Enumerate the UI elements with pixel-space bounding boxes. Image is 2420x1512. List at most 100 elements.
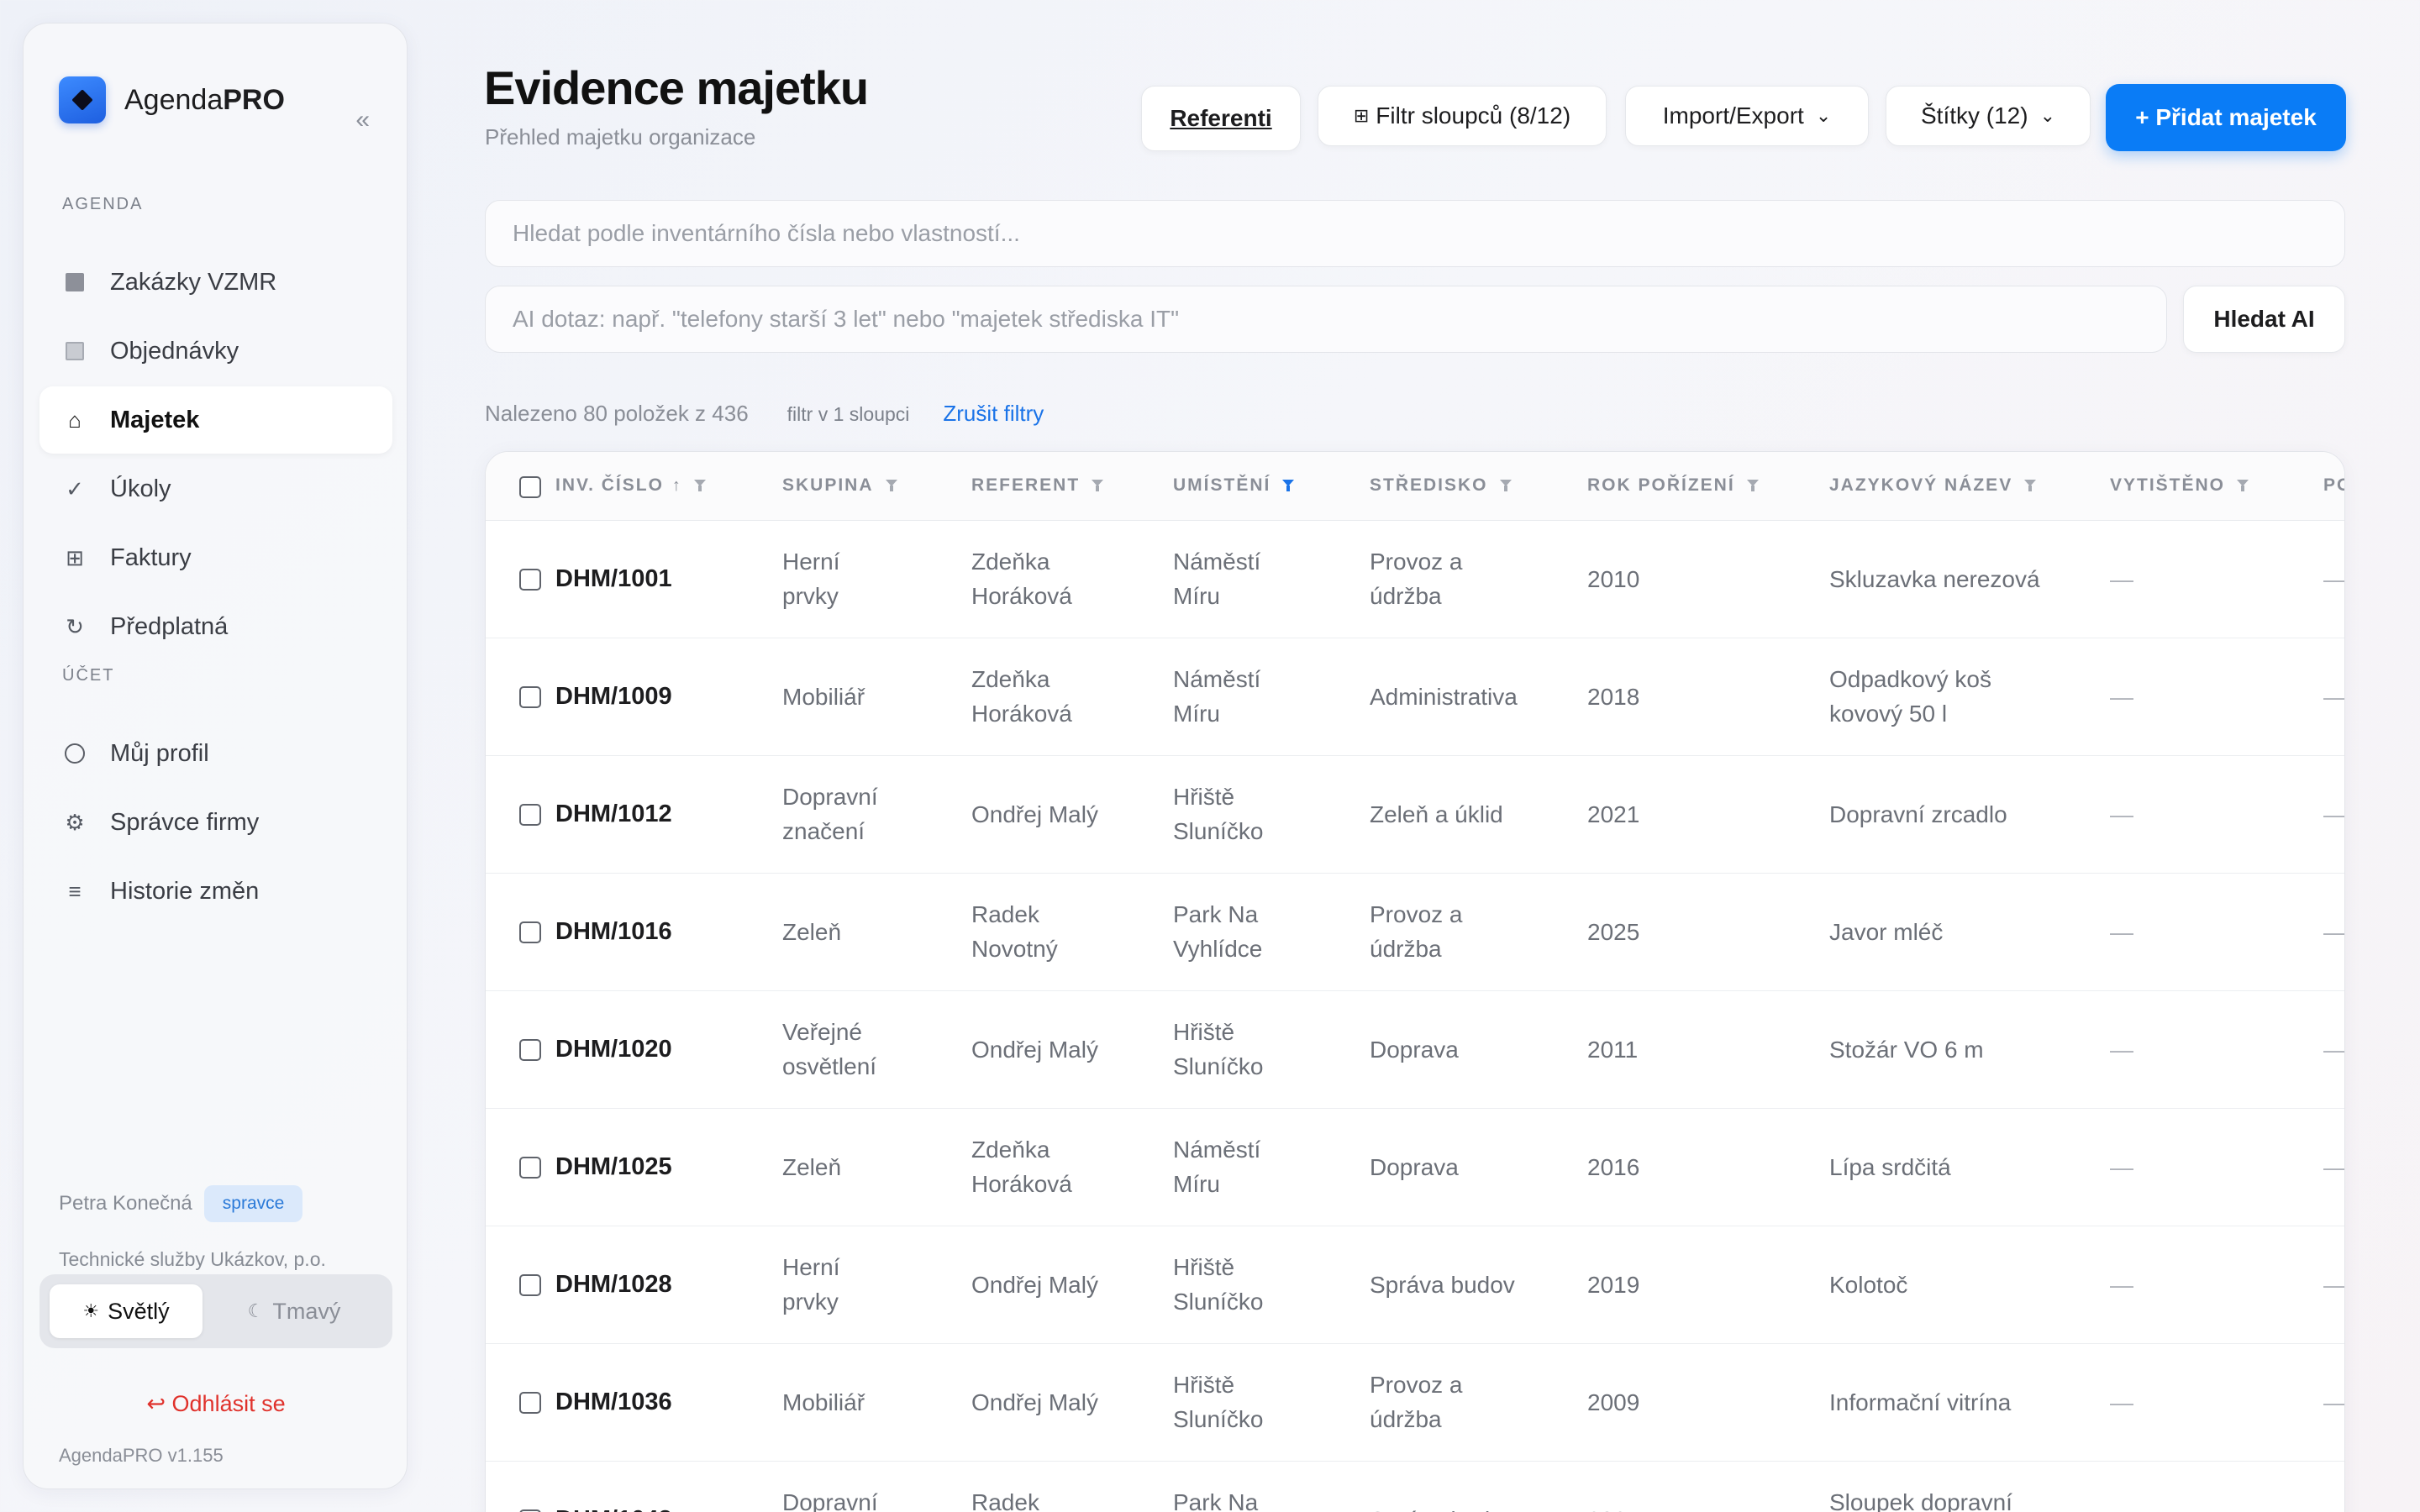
app-version: AgendaPRO v1.155	[59, 1445, 224, 1466]
cell-location: Park Na Vyhlídce	[1173, 1489, 1259, 1512]
sidebar-item-predplatna[interactable]: ↻ Předplatná	[39, 593, 392, 660]
theme-light-button[interactable]: ☀ Světlý	[50, 1284, 203, 1338]
tags-label: Štítky (12)	[1920, 102, 2028, 129]
sidebar-item-spravce-firmy[interactable]: ⚙ Správce firmy	[39, 789, 392, 856]
theme-light-label: Světlý	[108, 1298, 170, 1324]
row-checkbox[interactable]	[519, 1274, 541, 1296]
cell-name: Kolotoč	[1829, 1272, 1908, 1298]
row-checkbox[interactable]	[519, 569, 541, 591]
columns-icon: ⊞	[1353, 105, 1370, 126]
column-header-po[interactable]: PO	[2323, 475, 2344, 496]
filter-icon[interactable]	[885, 480, 897, 491]
cell-year: 2021	[1587, 801, 1640, 827]
sidebar-item-majetek[interactable]: ⌂ Majetek	[39, 386, 392, 454]
column-header-label: INV. ČÍSLO	[555, 475, 664, 495]
filter-icon[interactable]	[1499, 480, 1512, 491]
brand[interactable]: AgendaPRO	[59, 76, 285, 123]
filter-icon[interactable]	[693, 480, 706, 491]
row-checkbox[interactable]	[519, 1392, 541, 1414]
column-header-vytisteno[interactable]: VYTIŠTĚNO	[2110, 475, 2249, 496]
filter-active-icon[interactable]	[1282, 480, 1295, 491]
add-asset-button[interactable]: + Přidat majetek	[2106, 84, 2346, 151]
table-row[interactable]: DHM/1042 Dopravní značení Radek Novotný Par…	[486, 1462, 2344, 1512]
user-info: Petra Konečná spravce	[59, 1185, 303, 1222]
ai-query-field[interactable]	[485, 286, 2167, 353]
table-row[interactable]: DHM/1028 Herní prvky Ondřej Malý Hřiště Slu…	[486, 1226, 2344, 1344]
cell-printed: —	[2110, 1272, 2133, 1298]
cell-location: Hřiště Sluníčko	[1173, 1019, 1264, 1079]
sidebar-item-ukoly[interactable]: ✓ Úkoly	[39, 455, 392, 522]
theme-dark-button[interactable]: ☾ Tmavý	[218, 1284, 371, 1338]
ai-search-button[interactable]: Hledat AI	[2183, 286, 2345, 353]
logout-button[interactable]: ↩ Odhlásit se	[24, 1391, 408, 1417]
table-row[interactable]: DHM/1001 Herní prvky Zdeňka Horáková Náměst…	[486, 521, 2344, 638]
logout-label: Odhlásit se	[171, 1391, 286, 1416]
row-checkbox[interactable]	[519, 804, 541, 826]
table-row[interactable]: DHM/1020 Veřejné osvětlení Ondřej Malý Hřiš…	[486, 991, 2344, 1109]
cell-inv-number: DHM/1001	[555, 565, 672, 592]
row-checkbox[interactable]	[519, 1157, 541, 1179]
column-header-stredisko[interactable]: STŘEDISKO	[1370, 475, 1512, 496]
sidebar-item-label: Správce firmy	[110, 808, 260, 836]
table-row[interactable]: DHM/1016 Zeleň Radek Novotný Park Na Vyhlíd…	[486, 874, 2344, 991]
sidebar-item-zakazky[interactable]: Zakázky VZMR	[39, 249, 392, 316]
clear-filters-link[interactable]: Zrušit filtry	[943, 401, 1044, 427]
table-row[interactable]: DHM/1009 Mobiliář Zdeňka Horáková Náměstí M…	[486, 638, 2344, 756]
column-header-rok[interactable]: ROK POŘÍZENÍ	[1587, 475, 1759, 496]
cell-referent: Ondřej Malý	[971, 1389, 1098, 1415]
cell-group: Herní prvky	[782, 549, 840, 609]
filter-icon[interactable]	[1092, 480, 1104, 491]
sidebar-item-historie[interactable]: ≡ Historie změn	[39, 858, 392, 925]
chevron-down-icon: ⌄	[1815, 105, 1832, 126]
table-row[interactable]: DHM/1025 Zeleň Zdeňka Horáková Náměstí Míru…	[486, 1109, 2344, 1226]
cell-name: Lípa srdčitá	[1829, 1154, 1951, 1180]
sidebar-item-faktury[interactable]: ⊞ Faktury	[39, 524, 392, 591]
theme-dark-label: Tmavý	[272, 1298, 341, 1324]
filter-icon[interactable]	[2237, 480, 2249, 491]
sidebar-item-label: Předplatná	[110, 612, 229, 640]
ai-query-input[interactable]	[513, 306, 2166, 333]
ai-search-label: Hledat AI	[2213, 306, 2315, 332]
referents-button[interactable]: Referenti	[1141, 86, 1301, 151]
sidebar-item-label: Majetek	[110, 406, 200, 433]
filter-icon[interactable]	[2024, 480, 2037, 491]
cell-inv-number: DHM/1025	[555, 1153, 672, 1180]
cell-printed: —	[2110, 684, 2133, 710]
column-header-umisteni[interactable]: UMÍSTĚNÍ	[1173, 475, 1295, 496]
column-header-nazev[interactable]: JAZYKOVÝ NÁZEV	[1829, 475, 2037, 496]
collapse-sidebar-icon[interactable]: «	[355, 106, 370, 134]
sidebar-item-profil[interactable]: Můj profil	[39, 720, 392, 787]
table-row[interactable]: DHM/1012 Dopravní značení Ondřej Malý Hřišt…	[486, 756, 2344, 874]
filter-icon[interactable]	[1746, 480, 1759, 491]
row-checkbox[interactable]	[519, 921, 541, 943]
column-header-inv[interactable]: INV. ČÍSLO ↑	[555, 475, 706, 496]
cell-inv-number: DHM/1020	[555, 1036, 672, 1063]
search-field[interactable]	[485, 200, 2345, 267]
organization-name: Technické služby Ukázkov, p.o.	[59, 1248, 326, 1270]
cell-inv-number: DHM/1012	[555, 801, 672, 827]
cell-po: —	[2323, 684, 2345, 710]
import-export-dropdown[interactable]: Import/Export ⌄	[1625, 86, 1869, 146]
search-input[interactable]	[513, 220, 2344, 247]
cell-name: Dopravní zrcadlo	[1829, 801, 2007, 827]
cell-group: Zeleň	[782, 1154, 842, 1180]
cell-po: —	[2323, 1154, 2345, 1180]
cell-referent: Radek Novotný	[971, 901, 1058, 962]
row-checkbox[interactable]	[519, 686, 541, 708]
cell-center: Zeleň a úklid	[1370, 801, 1503, 827]
tags-dropdown[interactable]: Štítky (12) ⌄	[1886, 86, 2091, 146]
table-row[interactable]: DHM/1036 Mobiliář Ondřej Malý Hřiště Sluníč…	[486, 1344, 2344, 1462]
column-header-label: STŘEDISKO	[1370, 475, 1488, 495]
column-header-referent[interactable]: REFERENT	[971, 475, 1104, 496]
column-header-skupina[interactable]: SKUPINA	[782, 475, 897, 496]
cell-inv-number: DHM/1036	[555, 1389, 672, 1415]
row-checkbox[interactable]	[519, 1039, 541, 1061]
select-all-checkbox[interactable]	[519, 476, 541, 498]
column-filter-button[interactable]: ⊞ Filtr sloupců (8/12)	[1318, 86, 1607, 146]
referents-label: Referenti	[1170, 105, 1272, 131]
sidebar-item-objednavky[interactable]: Objednávky	[39, 318, 392, 385]
cell-referent: Ondřej Malý	[971, 1272, 1098, 1298]
sidebar-item-label: Historie změn	[110, 877, 260, 905]
cell-year: 2009	[1587, 1389, 1640, 1415]
sort-asc-icon: ↑	[671, 475, 682, 495]
